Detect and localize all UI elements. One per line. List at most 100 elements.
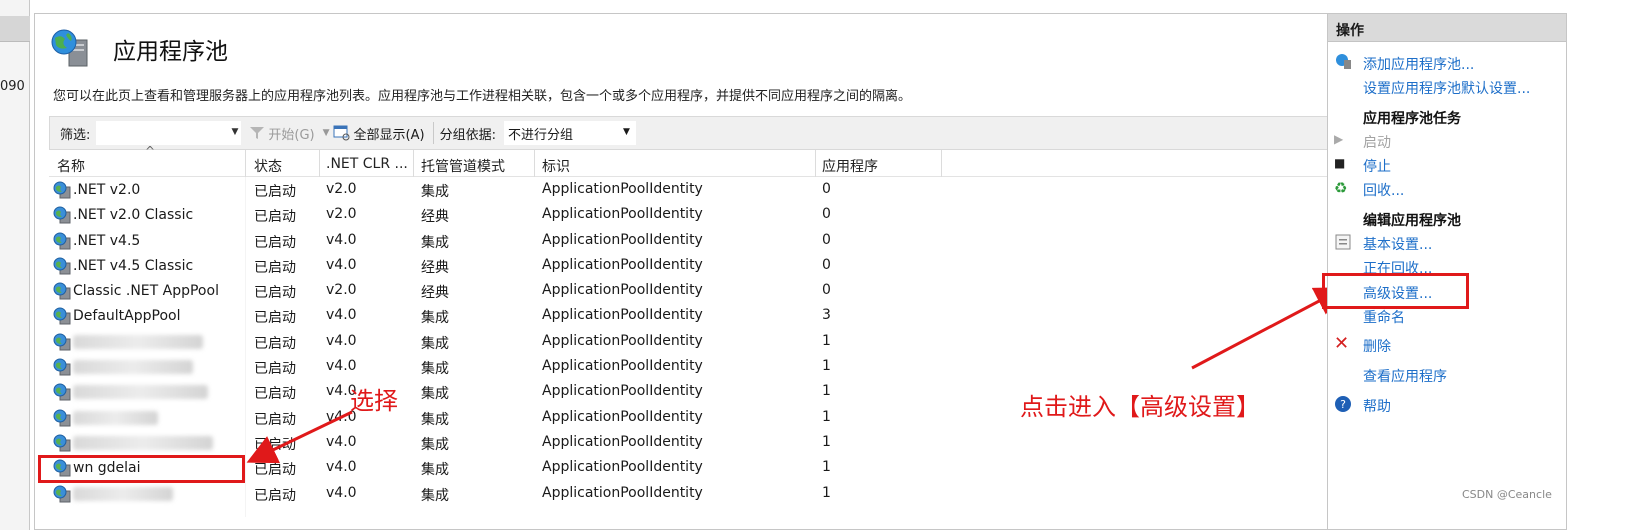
show-all-icon <box>333 125 350 141</box>
table-row[interactable]: 已启动 v4.0 集成 ApplicationPoolIdentity 1 <box>49 354 1356 379</box>
column-header-pipeline[interactable]: 托管管道模式 <box>421 156 505 176</box>
delete-pool-link[interactable]: 删除 <box>1363 336 1391 356</box>
table-row[interactable]: .NET v2.0 已启动 v2.0 集成 ApplicationPoolIdentit… <box>49 177 1356 202</box>
start-pool-link[interactable]: 启动 <box>1363 132 1391 152</box>
app-pools-table: ^ 名称 状态 .NET CLR ... 托管管道模式 标识 应用程序 .NET… <box>49 144 1356 517</box>
table-row[interactable]: .NET v4.5 Classic 已启动 v4.0 经典 ApplicationPoo… <box>49 253 1356 278</box>
app-pool-icon <box>53 409 71 427</box>
left-connections-strip: 090 <box>0 0 30 530</box>
filter-dropdown-icon[interactable]: ▼ <box>231 127 238 137</box>
pool-name-text: .NET v2.0 Classic <box>73 207 194 224</box>
pool-identity-cell: ApplicationPoolIdentity <box>542 206 703 223</box>
pool-status-cell: 已启动 <box>254 234 296 251</box>
pool-identity-cell: ApplicationPoolIdentity <box>542 282 703 299</box>
recycle-pool-link[interactable]: 回收... <box>1363 180 1404 200</box>
table-row[interactable]: DefaultAppPool 已启动 v4.0 集成 ApplicationPoolId… <box>49 303 1356 328</box>
column-header-apps[interactable]: 应用程序 <box>822 156 878 176</box>
pool-clr-cell: v4.0 <box>326 231 357 248</box>
app-pool-icon <box>53 434 71 452</box>
stop-pool-link[interactable]: 停止 <box>1363 156 1391 176</box>
pool-mode-cell: 集成 <box>421 411 449 428</box>
pool-clr-cell: v2.0 <box>326 181 357 197</box>
table-row[interactable]: .NET v4.5 已启动 v4.0 集成 ApplicationPoolIdentit… <box>49 228 1356 253</box>
pool-apps-cell: 1 <box>822 433 831 450</box>
table-body: .NET v2.0 已启动 v2.0 集成 ApplicationPoolIdentit… <box>49 177 1356 517</box>
pool-mode-cell: 集成 <box>421 234 449 251</box>
pool-apps-cell: 0 <box>822 206 831 223</box>
pool-identity-cell: ApplicationPoolIdentity <box>542 383 703 400</box>
table-row[interactable]: 已启动 v4.0 集成 ApplicationPoolIdentity 1 <box>49 481 1356 506</box>
svg-text:?: ? <box>1340 398 1346 411</box>
actions-pane: 操作 添加应用程序池... 设置应用程序池默认设置... 应用程序池任务 ▶ 启… <box>1327 13 1567 530</box>
column-header-status[interactable]: 状态 <box>254 156 282 176</box>
show-all-button[interactable]: ▼ 全部显示(A) <box>323 124 425 143</box>
pool-mode-cell: 集成 <box>421 361 449 378</box>
rename-pool-link[interactable]: 重命名 <box>1363 307 1405 327</box>
filter-input[interactable]: ▼ <box>96 121 242 145</box>
pool-mode-cell: 集成 <box>421 386 449 403</box>
edit-pool-heading: 编辑应用程序池 <box>1363 213 1461 229</box>
view-applications-link[interactable]: 查看应用程序 <box>1363 366 1447 386</box>
column-header-identity[interactable]: 标识 <box>542 156 570 176</box>
left-strip-header <box>0 16 30 42</box>
selected-row-highlight <box>38 455 245 483</box>
table-row[interactable]: Classic .NET AppPool 已启动 v2.0 经典 Application… <box>49 278 1356 303</box>
help-icon: ? <box>1335 396 1351 412</box>
table-row[interactable]: 已启动 v4.0 集成 ApplicationPoolIdentity 1 <box>49 329 1356 354</box>
pool-identity-cell: ApplicationPoolIdentity <box>542 307 703 324</box>
annotation-select: 选择 <box>350 387 398 415</box>
pool-tasks-heading: 应用程序池任务 <box>1363 111 1461 127</box>
pool-mode-cell: 经典 <box>421 259 449 276</box>
pool-mode-cell: 集成 <box>421 487 449 504</box>
column-header-clr[interactable]: .NET CLR ... <box>326 156 408 172</box>
pool-apps-cell: 0 <box>822 181 831 197</box>
column-divider <box>413 150 414 177</box>
pool-name-text: .NET v4.5 <box>73 232 141 249</box>
table-row[interactable]: 已启动 v4.0 集成 ApplicationPoolIdentity 1 <box>49 430 1356 455</box>
pool-mode-cell: 集成 <box>421 310 449 327</box>
recycle-icon: ♻ <box>1334 179 1348 197</box>
app-pool-icon <box>53 206 71 224</box>
pool-mode-cell: 经典 <box>421 209 449 226</box>
pool-identity-cell: ApplicationPoolIdentity <box>542 231 703 248</box>
pool-apps-cell: 0 <box>822 231 831 248</box>
group-by-select[interactable]: 不进行分组 ▼ <box>503 121 636 145</box>
pool-name-cell: .NET v2.0 Classic <box>53 206 193 224</box>
set-pool-defaults-link[interactable]: 设置应用程序池默认设置... <box>1363 78 1530 98</box>
pool-name-cell: .NET v4.5 Classic <box>53 257 193 275</box>
group-by-label: 分组依据: <box>439 127 496 143</box>
pool-name-text: Classic .NET AppPool <box>73 283 219 300</box>
add-app-pool-link[interactable]: 添加应用程序池... <box>1363 54 1474 74</box>
pool-apps-cell: 0 <box>822 256 831 273</box>
pool-identity-cell: ApplicationPoolIdentity <box>542 459 703 476</box>
pool-name-cell <box>53 485 173 503</box>
pool-status-cell: 已启动 <box>254 335 296 352</box>
pool-clr-cell: v2.0 <box>326 282 357 299</box>
chevron-down-icon: ▼ <box>623 127 630 137</box>
help-link[interactable]: 帮助 <box>1363 396 1391 416</box>
basic-settings-link[interactable]: 基本设置... <box>1363 234 1432 254</box>
pool-mode-cell: 集成 <box>421 335 449 352</box>
start-filter-button[interactable]: 开始(G) <box>249 124 315 143</box>
pool-clr-cell: v4.0 <box>326 484 357 501</box>
table-header: ^ 名称 状态 .NET CLR ... 托管管道模式 标识 应用程序 <box>49 144 1356 177</box>
add-pool-icon <box>1336 54 1351 69</box>
pool-identity-cell: ApplicationPoolIdentity <box>542 256 703 273</box>
app-pools-pane: 应用程序池 您可以在此页上查看和管理服务器上的应用程序池列表。应用程序池与工作进… <box>34 13 1371 530</box>
pool-status-cell: 已启动 <box>254 411 296 428</box>
column-header-name[interactable]: 名称 <box>57 156 85 176</box>
column-divider <box>245 150 246 177</box>
pool-name-cell <box>53 333 203 351</box>
pool-name-cell <box>53 383 208 401</box>
app-pool-icon <box>53 307 71 325</box>
app-pool-globe-icon <box>51 29 88 67</box>
pool-identity-cell: ApplicationPoolIdentity <box>542 433 703 450</box>
app-pool-icon <box>53 232 71 250</box>
advanced-settings-highlight <box>1322 273 1469 309</box>
table-row[interactable]: .NET v2.0 Classic 已启动 v2.0 经典 ApplicationPoo… <box>49 202 1356 227</box>
basic-settings-icon <box>1335 234 1351 250</box>
annotation-advanced: 点击进入【高级设置】 <box>1020 393 1260 421</box>
app-pool-icon <box>53 333 71 351</box>
pool-apps-cell: 1 <box>822 408 831 425</box>
table-row[interactable]: wn gdelai 已启动 v4.0 集成 ApplicationPoolIdentit… <box>49 455 1356 480</box>
